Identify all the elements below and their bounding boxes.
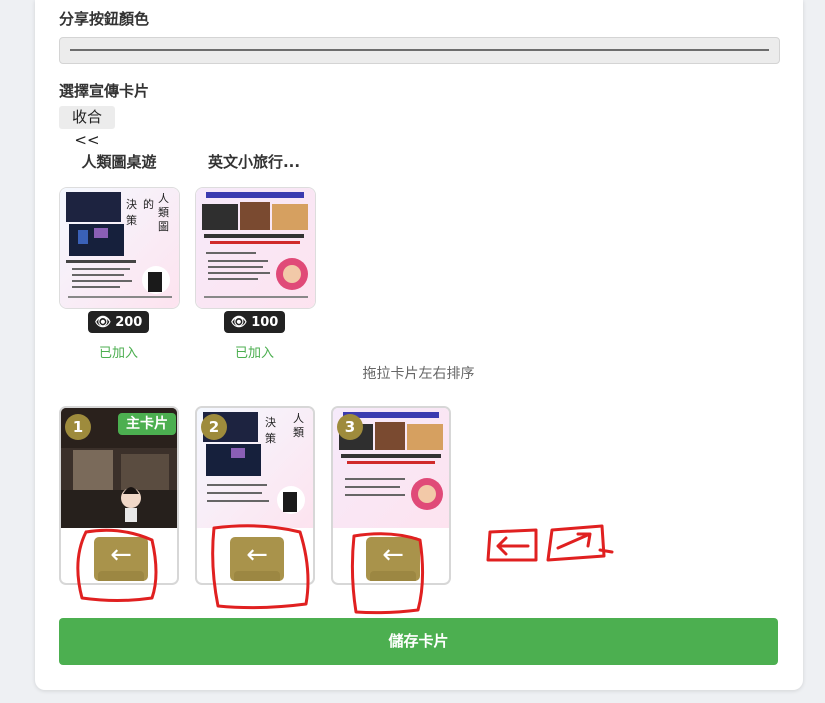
slot-number-badge: 1: [65, 414, 91, 440]
main-card-badge: 主卡片: [118, 413, 176, 435]
flyer-image: [196, 188, 315, 308]
svg-text:的: 的: [143, 197, 154, 211]
view-count-badge: 👁 100: [224, 311, 285, 333]
selected-card-slot-1[interactable]: 1 主卡片 ←: [59, 406, 179, 585]
share-color-input[interactable]: [59, 37, 780, 64]
eye-icon: 👁: [230, 314, 248, 330]
svg-text:類: 類: [293, 426, 304, 439]
added-status: 已加入: [234, 346, 274, 361]
slot-number-badge: 3: [337, 414, 363, 440]
settings-panel: 分享按鈕顏色 選擇宣傳卡片 收合 << 人類圖桌遊 決 策 的 人 類 圖 👁 …: [35, 0, 803, 690]
arrow-left-icon: ←: [382, 540, 404, 570]
slot-number-badge: 2: [201, 414, 227, 440]
move-left-button[interactable]: ←: [230, 537, 284, 581]
arrow-left-icon: ←: [110, 540, 132, 570]
card-title: 人類圖桌遊: [81, 153, 157, 171]
svg-text:決: 決: [265, 416, 276, 429]
save-cards-button[interactable]: 儲存卡片: [59, 618, 778, 665]
move-left-button[interactable]: ←: [94, 537, 148, 581]
color-swatch: [70, 49, 769, 51]
card-title: 英文小旅行...: [207, 153, 301, 171]
added-status: 已加入: [98, 346, 138, 361]
collapse-button[interactable]: 收合 <<: [59, 106, 115, 149]
svg-text:類: 類: [158, 206, 169, 219]
svg-text:策: 策: [265, 431, 276, 445]
card-thumbnail-english-trip[interactable]: [195, 187, 316, 309]
svg-text:策: 策: [126, 213, 137, 227]
selected-card-slot-2[interactable]: 決 策 人 類 2 ←: [195, 406, 315, 585]
svg-text:圖: 圖: [158, 220, 169, 233]
card-thumbnail-board-game[interactable]: 決 策 的 人 類 圖: [59, 187, 180, 309]
drag-hint: 拖拉卡片左右排序: [362, 366, 475, 382]
svg-text:人: 人: [158, 192, 169, 205]
flyer-image: 決 策 的 人 類 圖: [60, 188, 179, 308]
move-left-button[interactable]: ←: [366, 537, 420, 581]
selected-card-slot-3[interactable]: 3 ←: [331, 406, 451, 585]
view-count-badge: 👁 200: [88, 311, 149, 333]
share-color-label: 分享按鈕顏色: [59, 10, 150, 28]
svg-text:決: 決: [126, 198, 137, 211]
arrow-left-icon: ←: [246, 540, 268, 570]
svg-text:人: 人: [293, 412, 304, 425]
card-select-label: 選擇宣傳卡片: [59, 82, 150, 100]
eye-icon: 👁: [94, 314, 112, 330]
